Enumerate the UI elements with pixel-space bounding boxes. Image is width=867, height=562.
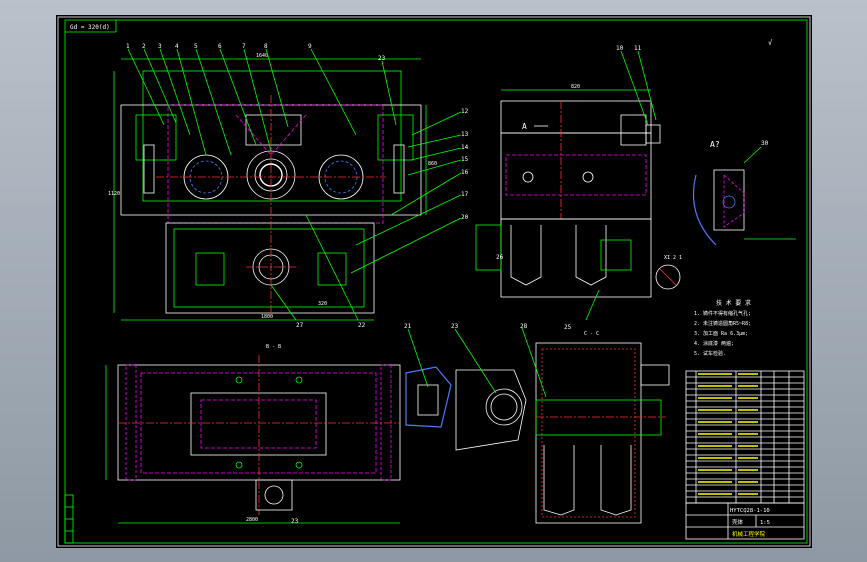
svg-text:6: 6 <box>218 43 222 50</box>
callout-23-lower: 23 <box>291 518 299 525</box>
callout-26: 26 <box>496 254 504 261</box>
parts-list <box>685 370 805 504</box>
scale: 1:5 <box>760 520 770 526</box>
school-name: 机械工程学院 <box>732 530 766 538</box>
view-arrow-a: A <box>522 122 527 131</box>
svg-text:27: 27 <box>296 322 304 329</box>
dim-mid: 320 <box>318 301 327 307</box>
callout-25: 25 <box>564 324 572 331</box>
section-cc-view: C - C 28 <box>520 323 670 524</box>
callout-10: 10 <box>616 45 624 52</box>
parts-list-filler <box>698 373 758 495</box>
title-block: HYTCQ28-1-10 壳体 1:5 机械工程学院 <box>685 502 805 540</box>
frame-label: Gd = 320(d) <box>70 24 110 31</box>
tech-note-2: 2. 未注铸造圆角R5~R8; <box>694 320 751 327</box>
tech-note-3: 3. 加工面 Ra 6.3μm; <box>694 330 748 337</box>
dim-top: 1640 <box>256 53 268 59</box>
svg-text:1: 1 <box>126 43 130 50</box>
technical-requirements: 技 术 要 求 1. 铸件不得有缩孔气孔; 2. 未注铸造圆角R5~R8; 3.… <box>694 299 751 357</box>
callout-23-detail: 23 <box>451 323 459 330</box>
tech-note-4: 4. 涂底漆 两遍; <box>694 340 734 347</box>
svg-text:16: 16 <box>461 169 469 176</box>
section-bb-label: B - B <box>266 344 281 350</box>
svg-text:5: 5 <box>194 43 198 50</box>
svg-text:15: 15 <box>461 156 469 163</box>
callout-11: 11 <box>634 45 642 52</box>
section-cc-label: C - C <box>584 331 599 337</box>
detail-label: XI 2 1 <box>664 255 682 261</box>
svg-text:23: 23 <box>378 55 386 62</box>
drawing-number: HYTCQ28-1-10 <box>730 508 770 514</box>
side-view: 820 A 10 11 25 26 <box>475 45 661 331</box>
svg-text:22: 22 <box>358 322 366 329</box>
tech-notes-title: 技 术 要 求 <box>716 299 751 307</box>
detail-part-view: 21 23 <box>404 323 527 451</box>
callout-21: 21 <box>404 323 412 330</box>
dim-left: 1120 <box>108 191 120 197</box>
svg-text:8: 8 <box>264 43 268 50</box>
top-view: B - B 2800 23 <box>105 344 401 525</box>
svg-text:13: 13 <box>461 131 469 138</box>
dim-side-view: 820 <box>571 84 580 90</box>
callout-28: 28 <box>520 323 528 330</box>
part-name: 壳体 <box>732 518 744 526</box>
svg-text:12: 12 <box>461 108 469 115</box>
front-callouts: 1 2 3 4 5 6 7 8 9 23 12 13 14 15 16 17 2… <box>126 43 469 329</box>
svg-text:14: 14 <box>461 144 469 151</box>
svg-text:7: 7 <box>242 43 246 50</box>
cad-viewer-window: Gd = 320(d) √ 1640 1800 1120 860 320 1 2… <box>0 0 867 562</box>
leader-lines <box>127 48 462 321</box>
tech-note-5: 5. 试车检验. <box>694 350 726 357</box>
front-view: 1640 1800 1120 860 320 <box>108 53 437 321</box>
tech-note-1: 1. 铸件不得有缩孔气孔; <box>694 310 751 317</box>
svg-text:17: 17 <box>461 191 469 198</box>
dim-bottom: 1800 <box>261 314 273 320</box>
roughness-symbol: √ <box>768 39 773 47</box>
view-a: A? 30 XI 2 1 <box>655 140 796 290</box>
svg-text:4: 4 <box>175 43 179 50</box>
drawing-sheet: Gd = 320(d) √ 1640 1800 1120 860 320 1 2… <box>56 15 812 548</box>
dim-side: 860 <box>428 161 437 167</box>
svg-text:2: 2 <box>142 43 146 50</box>
view-a-label: A? <box>710 140 720 149</box>
svg-text:20: 20 <box>461 214 469 221</box>
dim-lower: 2800 <box>246 517 258 523</box>
callout-30: 30 <box>761 140 769 147</box>
svg-text:3: 3 <box>158 43 162 50</box>
svg-text:9: 9 <box>308 43 312 50</box>
cad-drawing: Gd = 320(d) √ 1640 1800 1120 860 320 1 2… <box>57 16 811 547</box>
